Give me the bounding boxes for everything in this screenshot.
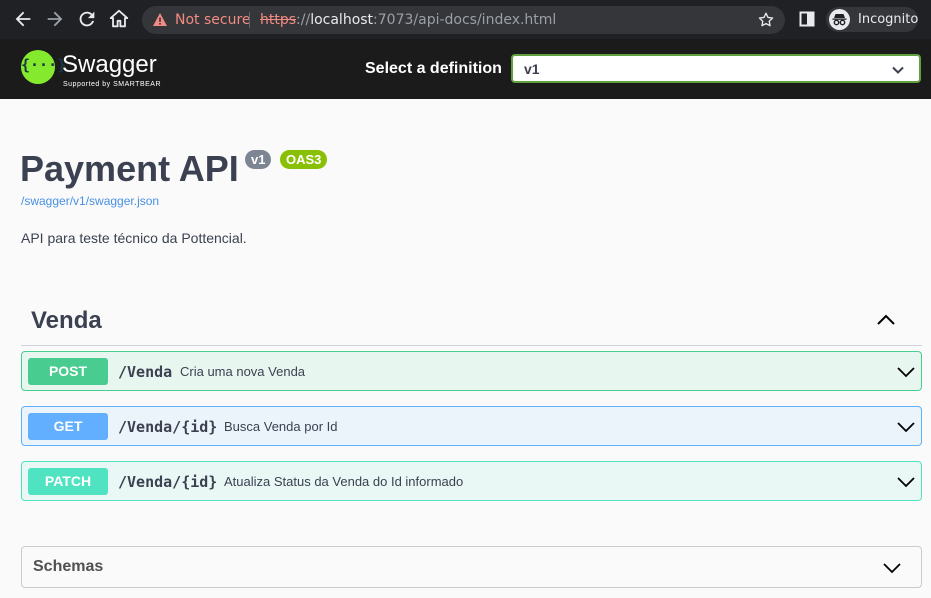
incognito-icon (829, 9, 850, 30)
url-text[interactable]: https://localhost:7073/api-docs/index.ht… (260, 12, 556, 28)
url-path: :7073/api-docs/index.html (373, 12, 557, 28)
api-description: API para teste técnico da Pottencial. (21, 230, 247, 246)
logo-subtitle: Supported by SMARTBEAR (63, 81, 162, 88)
swagger-topbar: {···} Swagger Supported by SMARTBEAR Sel… (0, 39, 931, 99)
bookmark-star-icon[interactable] (757, 11, 775, 29)
browser-toolbar: Not secure https://localhost:7073/api-do… (0, 0, 931, 39)
version-badge: v1 (245, 150, 272, 169)
swagger-logo-icon[interactable]: {···} (21, 50, 66, 84)
operation-get-venda-id[interactable]: GET /Venda/{id} Busca Venda por Id (21, 406, 922, 446)
forward-icon[interactable] (44, 8, 66, 30)
operation-summary: Busca Venda por Id (224, 419, 338, 434)
definition-select[interactable]: v1 (511, 54, 921, 83)
chevron-down-icon[interactable] (897, 473, 915, 491)
method-badge: PATCH (28, 468, 108, 495)
security-status[interactable]: Not secure (175, 12, 251, 28)
operation-patch-venda-id[interactable]: PATCH /Venda/{id} Atualiza Status da Ven… (21, 461, 922, 501)
operation-summary: Atualiza Status da Venda do Id informado (224, 474, 464, 489)
chevron-down-icon (892, 66, 904, 74)
warning-icon (153, 13, 167, 26)
incognito-label: Incognito (858, 12, 919, 27)
side-panel-icon[interactable] (799, 11, 815, 27)
operation-path: /Venda/{id} (118, 418, 218, 436)
reload-icon[interactable] (76, 8, 98, 30)
api-title: Payment API (20, 148, 239, 189)
method-badge: POST (28, 358, 108, 385)
definition-label: Select a definition (365, 60, 502, 77)
operation-post-venda[interactable]: POST /Venda Cria uma nova Venda (21, 351, 922, 391)
schemas-section[interactable]: Schemas (21, 546, 922, 588)
spec-url-link[interactable]: /swagger/v1/swagger.json (21, 194, 159, 208)
operation-path: /Venda/{id} (118, 473, 218, 491)
back-icon[interactable] (12, 8, 34, 30)
logo-text[interactable]: Swagger (62, 51, 157, 79)
operation-summary: Cria uma nova Venda (180, 364, 306, 379)
address-bar[interactable]: Not secure https://localhost:7073/api-do… (142, 6, 785, 34)
definition-value: v1 (524, 61, 540, 77)
tag-header-venda[interactable]: Venda (31, 307, 102, 335)
chevron-down-icon[interactable] (897, 363, 915, 381)
url-separator: :// (296, 12, 311, 28)
omnibox-divider (249, 12, 250, 28)
url-host: localhost (310, 12, 374, 28)
incognito-indicator[interactable]: Incognito (826, 7, 918, 32)
chevron-down-icon[interactable] (883, 559, 901, 577)
url-scheme: https (260, 12, 297, 28)
operation-path: /Venda (118, 363, 173, 381)
schemas-label: Schemas (33, 558, 104, 575)
method-badge: GET (28, 413, 108, 440)
chevron-up-icon[interactable] (875, 309, 897, 331)
chevron-down-icon[interactable] (897, 418, 915, 436)
tag-divider (21, 345, 922, 346)
home-icon[interactable] (108, 8, 130, 30)
oas-badge: OAS3 (280, 150, 328, 169)
